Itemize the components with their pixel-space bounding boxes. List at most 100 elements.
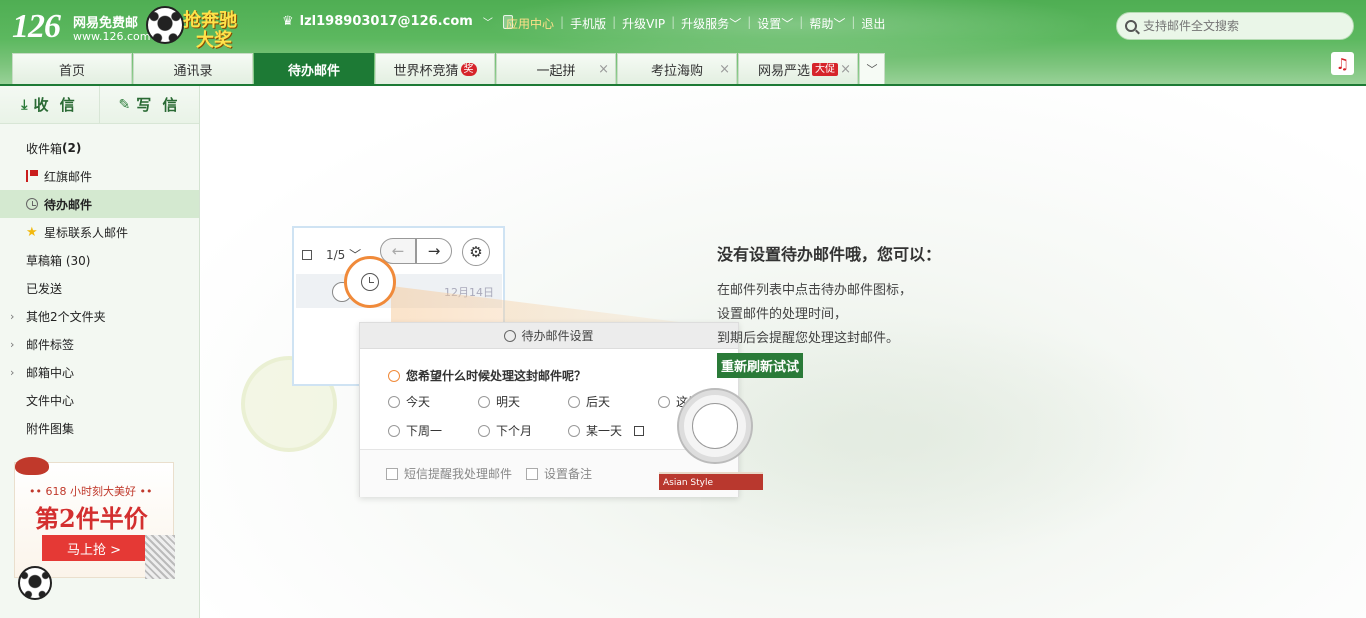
soccer-ball-icon[interactable]	[18, 566, 52, 600]
tab-kaola[interactable]: 考拉海购 ×	[617, 53, 737, 84]
option-tomorrow: 明天	[478, 393, 568, 410]
nav-help[interactable]: 帮助﹀	[803, 15, 851, 32]
ad-decoration	[145, 535, 175, 579]
highlight-beam	[391, 286, 711, 326]
search-input[interactable]	[1143, 19, 1343, 33]
receive-button[interactable]: ⤓ 收 信	[0, 86, 100, 123]
sidebar-item-attachments[interactable]: 附件图集	[0, 414, 199, 442]
option-day-after: 后天	[568, 393, 658, 410]
soccer-ball-icon	[146, 6, 184, 44]
sidebar-item-label: 邮件标签	[26, 337, 75, 352]
receive-label: 收 信	[33, 96, 78, 114]
sidebar-item-label: 已发送	[26, 281, 63, 296]
sidebar-item-sent[interactable]: 已发送	[0, 274, 199, 302]
hint-line: 在邮件列表中点击待办邮件图标，	[717, 283, 913, 298]
close-icon[interactable]: ×	[719, 62, 730, 77]
tab-world-cup[interactable]: 世界杯竞猜奖	[375, 53, 495, 84]
account-menu[interactable]: ♛ lzl198903017@126.com ﹀	[282, 14, 513, 29]
nav-app-center[interactable]: 应用中心	[500, 15, 560, 32]
sidebar-item-label: 草稿箱 (30)	[26, 253, 91, 268]
radio-icon	[388, 395, 400, 408]
music-icon[interactable]: ♫	[1331, 52, 1354, 75]
nav-logout[interactable]: 退出	[855, 15, 891, 32]
tab-todo-mail[interactable]: 待办邮件	[254, 53, 374, 84]
sidebar-item-label: 收件箱	[26, 141, 63, 156]
inbox-count: (2)	[62, 141, 82, 155]
nav-upgrade-service[interactable]: 升级服务﹀	[675, 15, 747, 32]
tab-contacts[interactable]: 通讯录	[133, 53, 253, 84]
sidebar-item-label: 文件中心	[26, 393, 75, 408]
hint-line: 到期后会提醒您处理这封邮件。	[717, 331, 900, 346]
sidebar-item-label: 待办邮件	[44, 197, 93, 212]
edit-icon: ✎	[118, 96, 131, 113]
tab-label: 世界杯竞猜	[393, 63, 459, 79]
dialog-title: 待办邮件设置	[360, 323, 738, 349]
pager-nav: ← →	[380, 238, 452, 264]
dialog-title-text: 待办邮件设置	[521, 329, 594, 343]
compose-label: 写 信	[136, 96, 181, 114]
sidebar-item-mailbox-center[interactable]: › 邮箱中心	[0, 358, 199, 386]
clock-icon	[504, 329, 517, 342]
nav-help-label: 帮助	[809, 17, 834, 31]
nav-settings-label: 设置	[757, 17, 782, 31]
sidebar-item-todo[interactable]: 待办邮件	[0, 190, 199, 218]
dialog-question: 您希望什么时候处理这封邮件呢？	[388, 367, 586, 384]
tab-home[interactable]: 首页	[12, 53, 132, 84]
radio-icon	[568, 424, 580, 437]
sidebar-item-drafts[interactable]: 草稿箱 (30)	[0, 246, 199, 274]
close-icon[interactable]: ×	[598, 62, 609, 77]
sidebar-item-other-folders[interactable]: › 其他2个文件夹	[0, 302, 199, 330]
logo-number[interactable]: 126	[12, 8, 61, 46]
search-icon[interactable]	[1125, 20, 1137, 32]
radio-icon	[478, 395, 490, 408]
close-icon[interactable]: ×	[840, 62, 851, 77]
sidebar-item-starred-contacts[interactable]: ★ 星标联系人邮件	[0, 218, 199, 246]
sidebar-item-label: 其他2个文件夹	[26, 309, 106, 324]
tab-badge: 奖	[460, 62, 477, 76]
sidebar-item-file-center[interactable]: 文件中心	[0, 386, 199, 414]
gear-icon: ⚙	[462, 238, 490, 266]
nav-settings[interactable]: 设置﹀	[751, 15, 799, 32]
calendar-icon	[634, 425, 645, 436]
ad-buy-button[interactable]: 马上抢 >	[42, 535, 146, 561]
radio-icon	[478, 424, 490, 437]
star-icon: ★	[26, 224, 38, 240]
tab-label: 考拉海购	[650, 63, 703, 79]
nav-mobile[interactable]: 手机版	[564, 15, 612, 32]
promo-banner[interactable]: 抢奔驰 大奖	[146, 4, 250, 51]
tab-yanxuan[interactable]: 网易严选 大促 ×	[738, 53, 858, 84]
option-label: 下个月	[496, 424, 533, 438]
sidebar-item-label: 邮箱中心	[26, 365, 75, 380]
option-some-day: 某一天	[568, 422, 658, 439]
todo-illustration: 1/5 ﹀ ← → ⚙ 12月14日 待办邮件设置 您希望什么时候处理这封邮件呢…	[241, 226, 763, 516]
radio-icon	[388, 424, 400, 437]
option-next-monday: 下周一	[388, 422, 478, 439]
sidebar-actions: ⤓ 收 信 ✎ 写 信	[0, 86, 199, 124]
sidebar-item-label: 红旗邮件	[44, 169, 93, 184]
arrow-right-icon: →	[416, 238, 452, 264]
tab-badge: 大促	[812, 62, 838, 76]
logo-url: www.126.com	[73, 30, 151, 43]
calendar-icon	[302, 249, 312, 260]
option-label: 今天	[406, 395, 431, 409]
option-label: 明天	[496, 395, 521, 409]
sidebar-ad[interactable]: •• 618 小时刻大美好 •• 第2件半价 马上抢 >	[14, 457, 175, 579]
refresh-button[interactable]: 重新刷新试试	[717, 353, 804, 378]
tab-label: 待办邮件	[287, 63, 340, 79]
sidebar-item-mail-tags[interactable]: › 邮件标签	[0, 330, 199, 358]
tab-bar: 首页 通讯录 待办邮件 世界杯竞猜奖 一起拼 × 考拉海购 × 网易严选 大促 × ﹀	[12, 53, 885, 84]
sidebar-item-red-flag[interactable]: 红旗邮件	[0, 162, 199, 190]
tab-group-buy[interactable]: 一起拼 ×	[496, 53, 616, 84]
download-icon: ⤓	[21, 96, 28, 113]
search-box	[1116, 12, 1354, 40]
ad-decoration	[15, 457, 49, 475]
tab-label: 通讯录	[173, 63, 213, 79]
nav-upgrade-service-label: 升级服务	[681, 17, 730, 31]
nav-upgrade-vip[interactable]: 升级VIP	[616, 15, 671, 32]
option-label: 下周一	[406, 424, 443, 438]
sidebar-item-inbox[interactable]: 收件箱 (2)	[0, 134, 199, 162]
pager: 1/5 ﹀	[302, 246, 361, 263]
tabs-more-button[interactable]: ﹀	[859, 53, 885, 84]
compose-button[interactable]: ✎ 写 信	[100, 86, 199, 123]
chevron-right-icon: ›	[10, 309, 15, 323]
